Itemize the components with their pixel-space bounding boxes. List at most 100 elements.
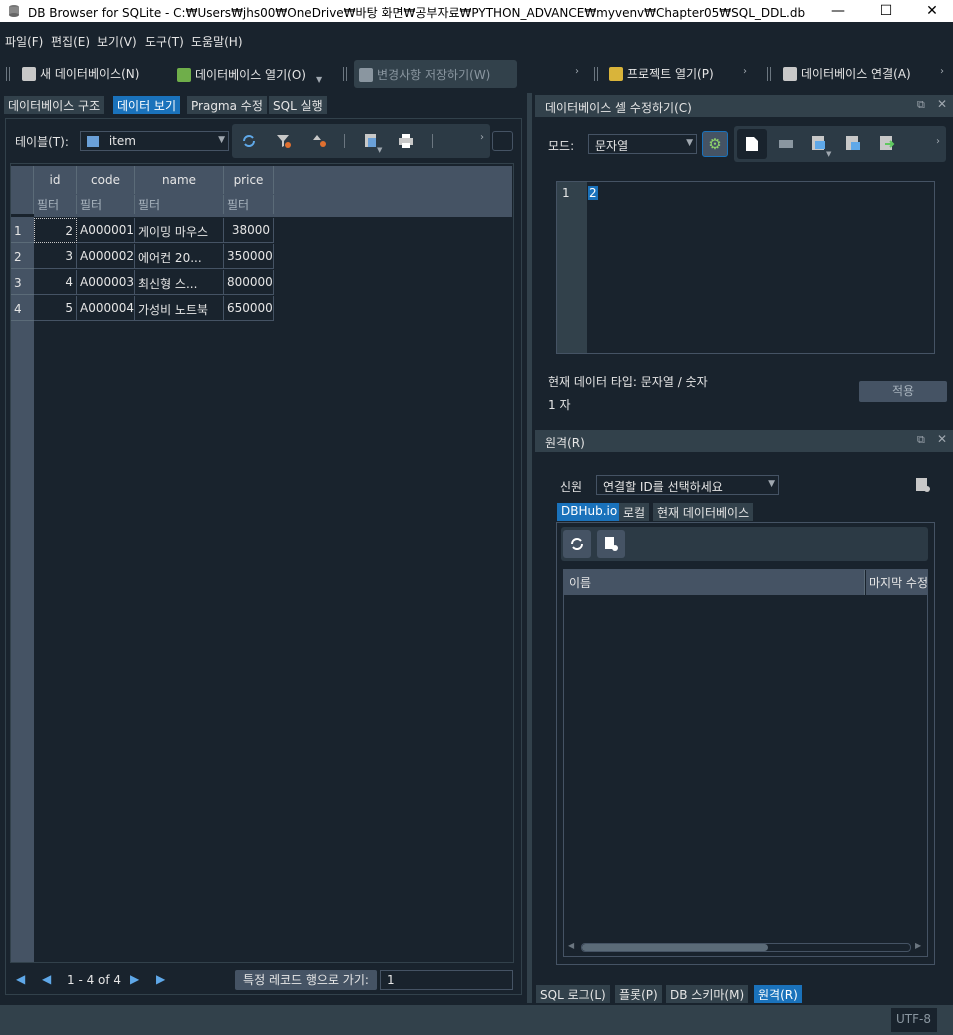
menu-file[interactable]: 파일(F) bbox=[5, 33, 43, 50]
chevron-right-icon[interactable]: › bbox=[480, 132, 484, 143]
scrollbar-thumb[interactable] bbox=[582, 944, 768, 951]
tab-sql-log[interactable]: SQL 로그(L) bbox=[536, 985, 610, 1003]
previous-record-button[interactable]: ◀ bbox=[42, 972, 51, 986]
float-icon[interactable]: ⧉ bbox=[917, 433, 925, 447]
close-icon[interactable]: ✕ bbox=[937, 432, 947, 446]
attach-database-button[interactable]: 데이터베이스 연결(A) bbox=[783, 65, 911, 82]
table-cell-name[interactable]: 최신형 스... bbox=[135, 270, 224, 295]
table-cell-id[interactable]: 5 bbox=[34, 296, 77, 321]
table-cell-id[interactable]: 2 bbox=[34, 218, 77, 243]
tab-current-database[interactable]: 현재 데이터베이스 bbox=[653, 503, 754, 521]
menu-tools[interactable]: 도구(T) bbox=[145, 33, 184, 50]
tab-edit-pragmas[interactable]: Pragma 수정 bbox=[187, 96, 267, 114]
identity-manage-icon[interactable] bbox=[915, 477, 931, 493]
next-record-button[interactable]: ▶ bbox=[130, 972, 139, 986]
row-header[interactable]: 4 bbox=[11, 296, 34, 321]
tab-plot[interactable]: 플롯(P) bbox=[615, 985, 662, 1003]
row-header[interactable]: 3 bbox=[11, 270, 34, 295]
chevron-down-icon[interactable]: ▼ bbox=[377, 146, 382, 154]
tab-database-structure[interactable]: 데이터베이스 구조 bbox=[4, 96, 105, 114]
tab-execute-sql[interactable]: SQL 실행 bbox=[269, 96, 327, 114]
set-null-icon[interactable] bbox=[879, 135, 895, 151]
toolbar-grip[interactable] bbox=[343, 67, 347, 81]
column-header-name[interactable]: name bbox=[135, 166, 224, 194]
table-select[interactable]: item ▼ bbox=[80, 131, 229, 151]
first-record-button[interactable]: ◀ bbox=[16, 972, 25, 986]
goto-record-input[interactable]: 1 bbox=[380, 970, 513, 990]
table-cell-price[interactable]: 800000 bbox=[224, 270, 274, 295]
minimize-button[interactable]: — bbox=[815, 0, 861, 22]
tab-browse-data[interactable]: 데이터 보기 bbox=[113, 96, 181, 114]
last-record-button[interactable]: ▶ bbox=[156, 972, 165, 986]
maximize-button[interactable]: ☐ bbox=[863, 0, 909, 22]
row-header[interactable]: 2 bbox=[11, 244, 34, 269]
table-cell-name[interactable]: 게이밍 마우스 bbox=[135, 218, 224, 243]
toolbar-grip[interactable] bbox=[594, 67, 598, 81]
filter-input-code[interactable]: 필터 bbox=[77, 195, 135, 214]
open-project-button[interactable]: 프로젝트 열기(P) bbox=[609, 65, 714, 82]
chevron-right-icon[interactable]: › bbox=[936, 136, 940, 147]
open-database-button[interactable]: 데이터베이스 열기(O) ▼ bbox=[177, 65, 322, 84]
filter-settings-button[interactable] bbox=[492, 131, 513, 151]
filter-input-id[interactable]: 필터 bbox=[34, 195, 77, 214]
mode-select[interactable]: 문자열 ▼ bbox=[588, 134, 697, 154]
tab-dbhub[interactable]: DBHub.io bbox=[557, 503, 622, 521]
scroll-left-icon[interactable]: ◀ bbox=[568, 941, 574, 950]
tab-db-schema[interactable]: DB 스키마(M) bbox=[666, 985, 749, 1003]
apply-button[interactable]: 적용 bbox=[859, 381, 947, 402]
auto-switch-mode-button[interactable]: ⚙ bbox=[702, 131, 728, 157]
chevron-right-icon[interactable]: › bbox=[940, 66, 944, 77]
new-database-button[interactable]: 새 데이터베이스(N) bbox=[22, 65, 139, 82]
write-changes-button[interactable]: 변경사항 저장하기(W) bbox=[354, 60, 517, 88]
scroll-right-icon[interactable]: ▶ bbox=[915, 941, 921, 950]
chevron-right-icon[interactable]: › bbox=[743, 66, 747, 77]
word-wrap-button[interactable] bbox=[737, 129, 767, 159]
indent-icon[interactable] bbox=[779, 138, 793, 150]
chevron-right-icon[interactable]: › bbox=[575, 66, 579, 77]
table-cell-price[interactable]: 350000 bbox=[224, 244, 274, 269]
table-cell-price[interactable]: 38000 bbox=[224, 218, 274, 243]
column-header-code[interactable]: code bbox=[77, 166, 135, 194]
table-cell-code[interactable]: A000002 bbox=[77, 244, 135, 269]
table-cell-code[interactable]: A000001 bbox=[77, 218, 135, 243]
table-cell-id[interactable]: 4 bbox=[34, 270, 77, 295]
tab-local[interactable]: 로컬 bbox=[619, 503, 650, 521]
print-icon[interactable] bbox=[398, 133, 414, 149]
chevron-down-icon[interactable]: ▼ bbox=[826, 150, 831, 158]
tab-remote[interactable]: 원격(R) bbox=[754, 985, 802, 1003]
refresh-icon[interactable] bbox=[241, 133, 257, 149]
menu-view[interactable]: 보기(V) bbox=[97, 33, 137, 50]
horizontal-scrollbar[interactable]: ◀ ▶ bbox=[566, 941, 926, 955]
filter-input-price[interactable]: 필터 bbox=[224, 195, 274, 214]
toolbar-grip[interactable] bbox=[767, 67, 771, 81]
menu-edit[interactable]: 편집(E) bbox=[51, 33, 90, 50]
grid-corner[interactable] bbox=[11, 166, 34, 214]
toolbar-grip[interactable] bbox=[6, 67, 10, 81]
clear-sorting-icon[interactable] bbox=[312, 133, 328, 149]
cell-editor-text[interactable]: 2 bbox=[588, 186, 598, 200]
column-header-name[interactable]: 이름 bbox=[564, 570, 865, 595]
export-icon[interactable] bbox=[845, 135, 861, 151]
float-icon[interactable]: ⧉ bbox=[917, 98, 925, 112]
table-cell-code[interactable]: A000003 bbox=[77, 270, 135, 295]
close-button[interactable]: ✕ bbox=[909, 0, 953, 22]
column-header-last-modified[interactable]: 마지막 수정 bbox=[866, 570, 927, 595]
cell-editor[interactable]: 1 2 bbox=[556, 181, 935, 354]
chevron-down-icon[interactable]: ▼ bbox=[316, 75, 322, 84]
goto-record-button[interactable]: 특정 레코드 행으로 가기: bbox=[235, 970, 377, 990]
remote-refresh-button[interactable] bbox=[563, 530, 591, 558]
table-cell-price[interactable]: 650000 bbox=[224, 296, 274, 321]
menu-help[interactable]: 도움말(H) bbox=[191, 33, 243, 50]
table-cell-code[interactable]: A000004 bbox=[77, 296, 135, 321]
table-cell-name[interactable]: 에어컨 20... bbox=[135, 244, 224, 269]
clear-filters-icon[interactable] bbox=[276, 133, 292, 149]
filter-input-name[interactable]: 필터 bbox=[135, 195, 224, 214]
close-icon[interactable]: ✕ bbox=[937, 97, 947, 111]
table-cell-id[interactable]: 3 bbox=[34, 244, 77, 269]
column-header-price[interactable]: price bbox=[224, 166, 274, 194]
import-icon[interactable] bbox=[811, 135, 827, 151]
table-cell-name[interactable]: 가성비 노트북 bbox=[135, 296, 224, 321]
panel-splitter[interactable] bbox=[527, 93, 532, 1003]
column-header-id[interactable]: id bbox=[34, 166, 77, 194]
row-header[interactable]: 1 bbox=[11, 218, 34, 243]
